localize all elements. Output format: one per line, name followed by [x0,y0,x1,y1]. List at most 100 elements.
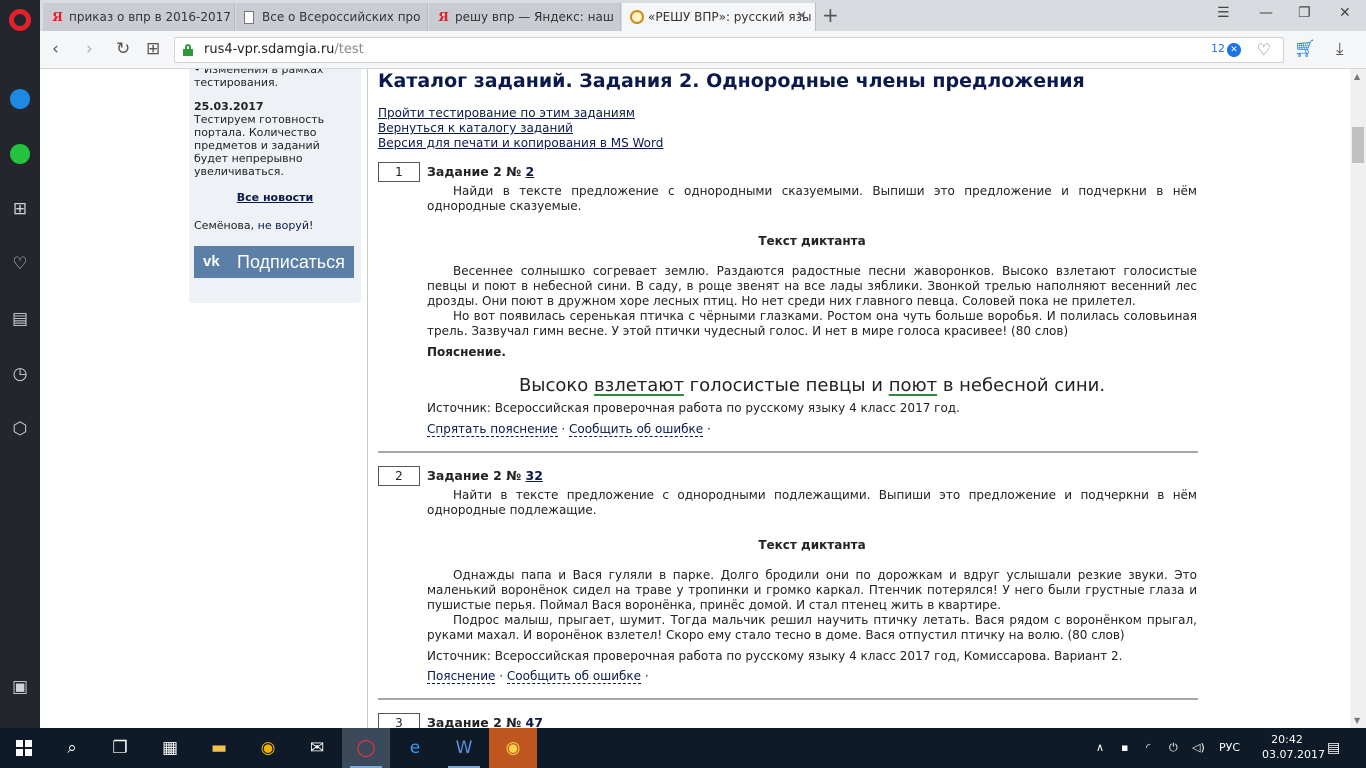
clock[interactable]: 20:42 03.07.2017 [1262,732,1325,762]
close-tab-icon[interactable]: ✕ [796,3,807,31]
edge-icon[interactable]: e [391,728,439,768]
restore-icon[interactable]: ❐ [1298,5,1311,21]
bookmarks-heart-icon[interactable]: ♡ [9,253,31,275]
news-icon[interactable]: ▤ [9,308,31,330]
back-to-catalog-link[interactable]: Вернуться к каталогу заданий [378,121,573,135]
close-window-icon[interactable]: ✕ [1339,5,1351,21]
author-note: Семёнова, не воруй! [194,219,314,232]
tab-label: приказ о впр в 2016-2017 [69,10,231,24]
document-icon [244,11,254,24]
page-title: Каталог заданий. Задания 2. Однородные ч… [378,70,1085,92]
opera-sidebar: ⊞ ♡ ▤ ◷ ⬡ ▣ [0,0,40,728]
notifications-icon[interactable]: ▤ [1327,728,1340,768]
task-prompt: Найти в тексте предложение с однородными… [427,488,1197,517]
task-separator [378,451,1198,453]
subscribe-label: Подписаться [237,252,345,272]
explanation-label: Пояснение. [427,345,506,359]
yandex-icon: Я [52,10,63,24]
reload-icon[interactable]: ↻ [116,39,130,59]
tab-bar: Я приказ о впр в 2016-2017 Все о Всеросс… [40,0,1366,31]
web-page: • Изменения в рамках тестирования. 25.03… [40,69,1350,728]
dictation-paragraph: Подрос малыш, прыгает, шумит. Тогда маль… [427,613,1197,642]
tab-2[interactable]: Все о Всероссийских про [236,3,428,31]
hide-explanation-link[interactable]: Спрятать пояснение [427,422,558,437]
language-indicator[interactable]: РУС [1219,728,1240,768]
file-explorer-icon[interactable]: ▬ [195,728,243,768]
navigation-bar: ‹ › ↻ ⊞ rus4-vpr.sdamgia.ru/test 12 ✕ ♡ 🛒… [40,31,1366,69]
task-id-link[interactable]: 32 [526,468,543,483]
task-source: Источник: Всероссийская проверочная рабо… [427,649,1123,663]
wifi-icon[interactable]: ◜ [1146,728,1150,768]
opera-taskbar-icon[interactable]: ◯ [342,728,390,768]
start-button[interactable] [0,728,48,768]
task-prompt: Найди в тексте предложение с однородными… [427,184,1197,213]
downloads-icon[interactable]: ⤓ [1336,39,1344,59]
tab-3[interactable]: Я решу впр — Яндекс: наш [429,3,621,31]
mail-icon[interactable]: ✉ [293,728,341,768]
power-icon[interactable]: ⏻ [1169,728,1178,768]
task-heading: Задание 2 № 32 [427,468,543,483]
history-clock-icon[interactable]: ◷ [9,363,31,385]
scroll-down-icon[interactable]: ▼ [1354,716,1360,725]
page-scrollbar[interactable]: ▲ ▼ [1350,69,1366,728]
dictation-paragraph: Весеннее солнышко согревает землю. Разда… [427,264,1197,308]
speed-dial-icon[interactable]: ⊞ [9,198,31,220]
chrome-highlighted-icon[interactable]: ◉ [489,728,537,768]
cart-icon[interactable]: 🛒︎ [1294,39,1316,59]
task-actions: Спрятать пояснение · Сообщить об ошибке … [427,422,711,437]
search-icon[interactable]: ⌕ [48,728,96,768]
clock-time: 20:42 [1271,733,1303,746]
extensions-cube-icon[interactable]: ⬡ [9,418,31,440]
adblock-badge[interactable]: 12 ✕ [1211,42,1241,57]
task-id-link[interactable]: 2 [526,164,535,179]
explanation-link[interactable]: Пояснение [427,669,496,684]
windows-logo-icon [16,740,32,756]
tray-app-icon[interactable]: ▪ [1121,728,1128,768]
messenger-icon[interactable] [9,89,31,111]
dictation-paragraph: Но вот появилась серенькая птичка с чёрн… [427,309,1197,338]
lock-icon [183,44,193,56]
whatsapp-icon[interactable] [9,144,31,166]
new-tab-icon[interactable]: + [822,4,839,26]
forward-icon[interactable]: › [86,39,93,59]
column-divider [367,69,368,728]
sun-icon [630,10,644,24]
task-separator [378,698,1198,700]
address-bar[interactable]: rus4-vpr.sdamgia.ru/test 12 ✕ ♡ [174,37,1284,63]
tab-1[interactable]: Я приказ о впр в 2016-2017 [43,3,235,31]
news-item-cut: • Изменения в рамках тестирования. [194,69,324,89]
scrollbar-thumb[interactable] [1352,127,1364,163]
tab-label: «РЕШУ ВПР»: русский язы [648,10,812,24]
tray-chevron-icon[interactable]: ∧ [1096,728,1104,768]
vk-subscribe-button[interactable]: vk Подписаться [194,246,354,278]
url-text[interactable]: rus4-vpr.sdamgia.ru/test [204,42,364,57]
tab-menu-icon[interactable]: ☰ [1217,5,1230,21]
task-view-icon[interactable]: ❐ [96,728,144,768]
dont-steal-link[interactable]: не воруй [258,219,309,232]
dictation-title: Текст диктанта [758,538,866,552]
print-version-link[interactable]: Версия для печати и копирования в MS Wor… [378,136,663,150]
news-text: Тестируем готовность портала. Количество… [194,113,325,178]
task-heading: Задание 2 № 2 [427,164,535,179]
task-source: Источник: Всероссийская проверочная рабо… [427,401,960,415]
back-icon[interactable]: ‹ [52,39,59,59]
opera-menu-icon[interactable] [9,9,31,31]
task-id-link[interactable]: 47 [526,715,543,728]
chrome-icon[interactable]: ◉ [244,728,292,768]
minimize-icon[interactable]: — [1259,5,1273,21]
all-news-link[interactable]: Все новости [189,191,361,204]
adblock-icon: ✕ [1227,43,1241,57]
volume-icon[interactable]: ◁) [1192,728,1205,768]
word-icon[interactable]: W [440,728,488,768]
tabs-grid-icon[interactable]: ⊞ [146,39,160,59]
sidebar-toggle-icon[interactable]: ▣ [9,676,31,698]
task-number-box: 3 [378,713,420,728]
bookmark-heart-icon[interactable]: ♡ [1257,40,1271,59]
report-error-link[interactable]: Сообщить об ошибке [569,422,704,437]
report-error-link[interactable]: Сообщить об ошибке [506,669,642,684]
task-number-box: 1 [378,162,420,182]
take-test-link[interactable]: Пройти тестирование по этим заданиям [378,106,635,120]
store-icon[interactable]: ▦ [146,728,194,768]
tab-active[interactable]: «РЕШУ ВПР»: русский язы ✕ [622,3,816,31]
scroll-up-icon[interactable]: ▲ [1354,72,1360,81]
